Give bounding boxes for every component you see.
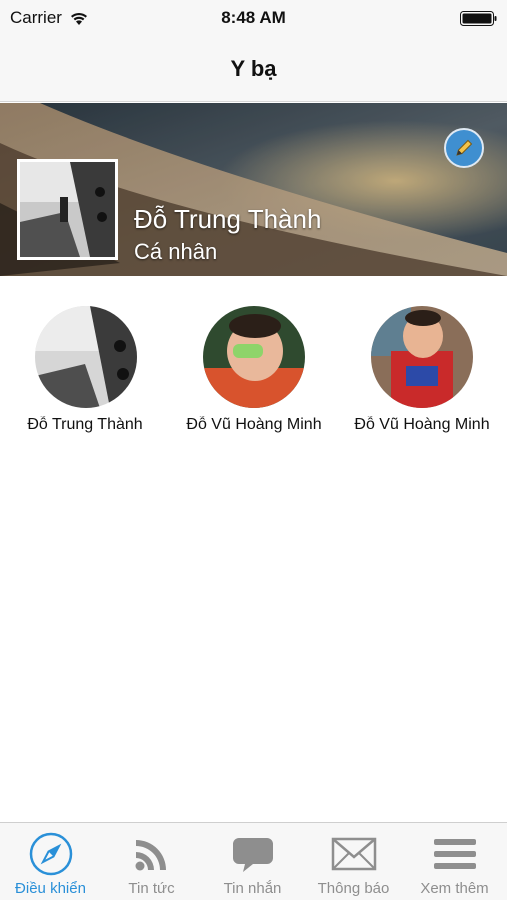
- friend-photo-image: [35, 306, 137, 408]
- pencil-icon: [456, 139, 473, 156]
- battery-icon: [460, 11, 497, 26]
- friend-item[interactable]: Đỗ Vũ Hoàng Minh: [169, 296, 339, 446]
- tab-dieu-khien[interactable]: Điều khiển: [0, 823, 101, 900]
- status-bar: Carrier 8:48 AM: [0, 0, 507, 36]
- friend-name: Đỗ Vũ Hoàng Minh: [354, 416, 490, 433]
- friend-avatar[interactable]: [203, 306, 305, 408]
- chat-bubble-icon: [228, 831, 278, 877]
- menu-icon: [430, 831, 480, 877]
- profile-type: Cá nhân: [134, 239, 218, 264]
- profile-avatar[interactable]: [17, 159, 118, 260]
- tab-thong-bao[interactable]: Thông báo: [303, 823, 404, 900]
- compass-icon: [26, 831, 76, 877]
- tab-label: Điều khiển: [15, 880, 86, 897]
- friend-name: Đỗ Trung Thành: [27, 416, 143, 433]
- tab-label: Tin tức: [128, 880, 175, 897]
- envelope-icon: [329, 831, 379, 877]
- friend-photo-image: [371, 306, 473, 408]
- friend-photo-image: [203, 306, 305, 408]
- navigation-bar: Y bạ: [0, 36, 507, 102]
- profile-name: Đỗ Trung Thành: [134, 204, 322, 234]
- profile-cover: Đỗ Trung Thành Cá nhân: [0, 103, 507, 276]
- profile-photo-image: [20, 162, 115, 257]
- tab-bar: Điều khiển Tin tức Tin nhắn Thông báo Xe…: [0, 822, 507, 900]
- tab-tin-tuc[interactable]: Tin tức: [101, 823, 202, 900]
- friend-avatar[interactable]: [35, 306, 137, 408]
- edit-profile-button[interactable]: [444, 128, 484, 168]
- friend-avatar[interactable]: [371, 306, 473, 408]
- tab-xem-them[interactable]: Xem thêm: [404, 823, 505, 900]
- friends-list: Đỗ Trung Thành Đỗ Vũ Hoàng Minh Đỗ Vũ Ho…: [0, 296, 507, 446]
- tab-label: Tin nhắn: [223, 880, 282, 897]
- friend-name: Đỗ Vũ Hoàng Minh: [186, 416, 322, 433]
- status-time: 8:48 AM: [221, 8, 286, 27]
- rss-icon: [127, 831, 177, 877]
- friend-item[interactable]: Đỗ Trung Thành: [0, 296, 170, 446]
- friend-item[interactable]: Đỗ Vũ Hoàng Minh: [337, 296, 507, 446]
- tab-tin-nhan[interactable]: Tin nhắn: [202, 823, 303, 900]
- tab-label: Thông báo: [317, 880, 390, 897]
- page-title: Y bạ: [230, 56, 277, 81]
- tab-label: Xem thêm: [420, 880, 489, 897]
